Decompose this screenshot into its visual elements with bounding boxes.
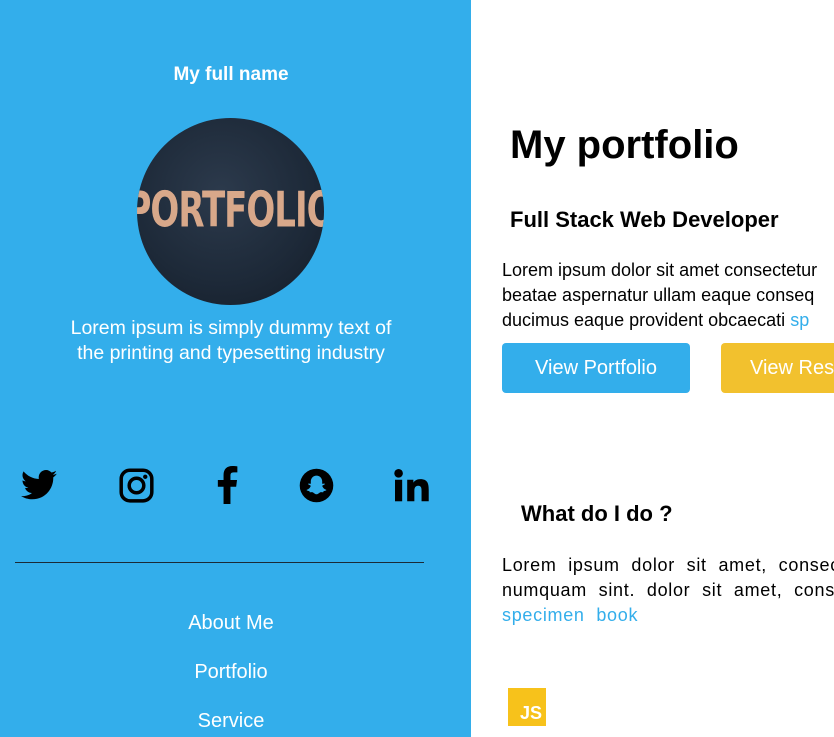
main-content: My portfolio Full Stack Web Developer Lo… <box>471 0 834 737</box>
sidebar-divider <box>15 562 424 563</box>
page-title: My portfolio <box>510 123 739 167</box>
nav-about-me[interactable]: About Me <box>0 612 462 635</box>
intro-paragraph: Lorem ipsum dolor sit amet consectetur b… <box>502 258 834 333</box>
javascript-icon: JS <box>508 688 546 726</box>
nav-service[interactable]: Service <box>0 710 462 733</box>
intro-line-1: Lorem ipsum dolor sit amet consectetur <box>502 260 818 280</box>
tagline-line-1: Lorem ipsum is simply dummy text of <box>70 317 392 339</box>
services-line-2: numquam sint. dolor sit amet, conse <box>502 580 834 600</box>
avatar: PORTFOLIO <box>137 118 324 305</box>
intro-line-3-text: ducimus eaque provident obcaecati <box>502 310 791 330</box>
instagram-link[interactable] <box>118 466 155 504</box>
services-line-1: Lorem ipsum dolor sit amet, consec <box>502 555 834 575</box>
sidebar: My full name PORTFOLIO Lorem ipsum is si… <box>0 0 471 737</box>
profile-name: My full name <box>173 64 289 85</box>
specimen-book-link[interactable]: specimen book <box>502 603 834 628</box>
twitter-icon <box>21 470 57 500</box>
snapchat-icon <box>299 468 334 502</box>
linkedin-icon <box>394 468 429 501</box>
linkedin-link[interactable] <box>393 466 430 504</box>
snapchat-link[interactable] <box>298 466 335 504</box>
facebook-icon <box>217 466 238 504</box>
js-badge-label: JS <box>519 703 542 723</box>
page-subtitle: Full Stack Web Developer <box>510 207 779 232</box>
intro-line-2: beatae aspernatur ullam eaque conseq <box>502 285 815 305</box>
facebook-link[interactable] <box>214 466 240 504</box>
instagram-icon <box>119 467 154 503</box>
view-resume-button[interactable]: View Res <box>721 343 834 393</box>
view-portfolio-button[interactable]: View Portfolio <box>502 343 690 393</box>
intro-link[interactable]: sp <box>790 310 809 330</box>
intro-line-3: ducimus eaque provident obcaecati sp <box>502 308 834 333</box>
twitter-link[interactable] <box>21 466 57 504</box>
avatar-text: PORTFOLIO <box>137 181 324 240</box>
tagline-line-2: the printing and typesetting industry <box>77 342 385 364</box>
nav-portfolio[interactable]: Portfolio <box>0 661 462 684</box>
what-do-i-do-heading: What do I do ? <box>521 501 673 526</box>
profile-tagline: Lorem ipsum is simply dummy text of the … <box>30 316 432 366</box>
services-paragraph: Lorem ipsum dolor sit amet, consec numqu… <box>502 553 834 628</box>
social-links <box>0 466 471 506</box>
